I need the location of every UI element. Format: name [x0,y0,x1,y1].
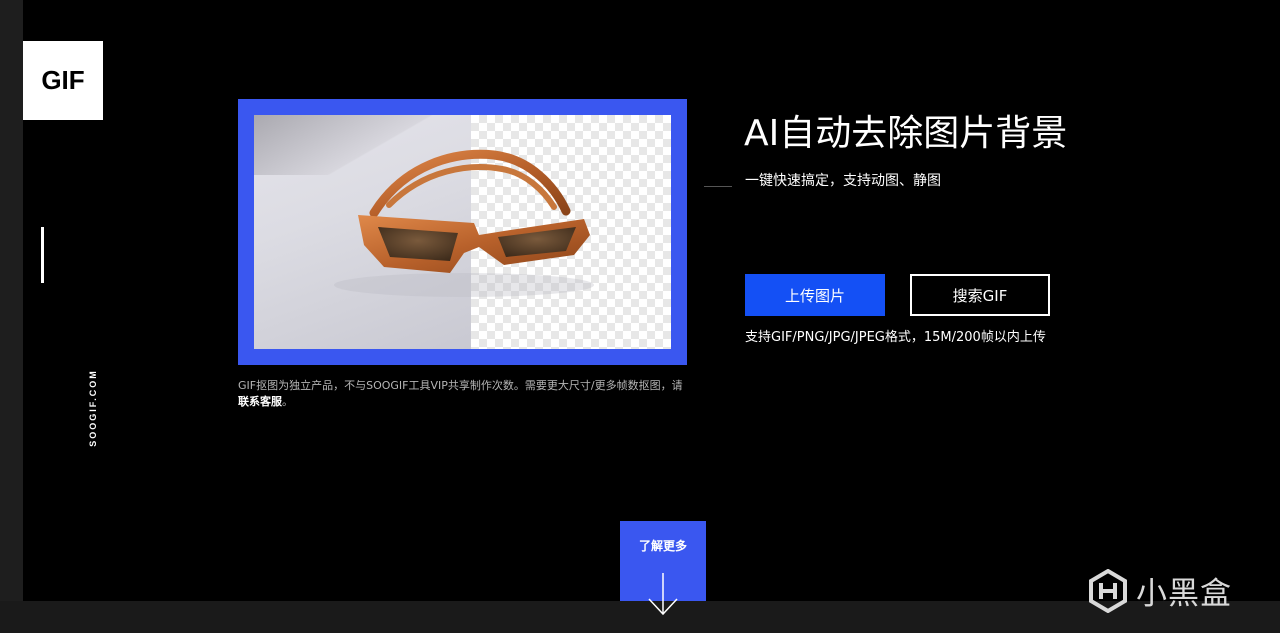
search-gif-label: 搜索GIF [952,286,1008,305]
watermark-text: 小黑盒 [1136,576,1232,612]
upload-image-button[interactable]: 上传图片 [745,274,885,316]
gif-logo[interactable]: GIF [23,41,103,120]
demo-frame [238,99,687,365]
logo-text: GIF [41,65,85,95]
upload-image-label: 上传图片 [784,286,845,305]
search-gif-button[interactable]: 搜索GIF [910,274,1050,316]
learn-more-label: 了解更多 [638,539,687,553]
demo-note-text: GIF抠图为独立产品，不与SOOGIF工具VIP共享制作次数。需要更大尺寸/更多… [238,379,683,392]
watermark: 小黑盒 [1088,568,1232,613]
arrow-down-icon[interactable] [643,571,683,617]
sunglasses-image [334,149,594,297]
dash-divider [704,186,732,187]
page-subtitle: 一键快速搞定，支持动图、静图 [745,173,941,189]
contact-support-link[interactable]: 联系客服 [238,395,282,408]
page-title: AI自动去除图片背景 [744,113,1068,154]
side-indicator-line [41,227,44,283]
demo-image [254,115,671,349]
demo-note: GIF抠图为独立产品，不与SOOGIF工具VIP共享制作次数。需要更大尺寸/更多… [238,378,690,410]
heybox-logo-icon [1089,568,1127,613]
demo-note-end: 。 [282,395,293,408]
format-note: 支持GIF/PNG/JPG/JPEG格式，15M/200帧以内上传 [745,330,1046,345]
site-name-vertical: SOOGIF.COM [88,369,98,447]
